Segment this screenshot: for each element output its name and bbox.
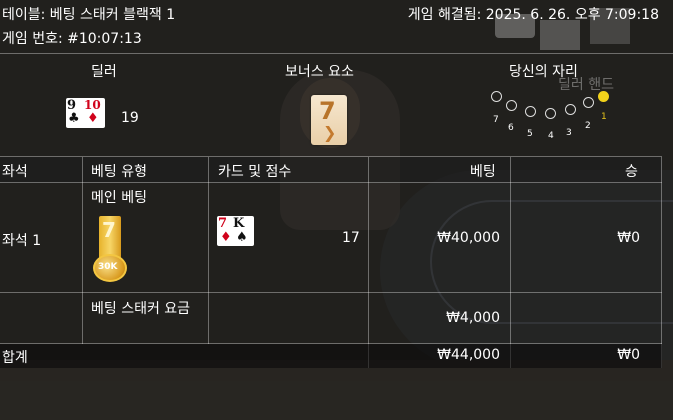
dealer-score: 19 <box>121 110 139 126</box>
divider <box>0 343 662 344</box>
row1-score: 17 <box>342 230 360 246</box>
total-win: ₩0 <box>617 347 640 363</box>
seat-dot-6[interactable] <box>506 100 517 111</box>
seat-label-6: 6 <box>508 123 514 133</box>
seat-dot-7[interactable] <box>491 91 502 102</box>
col-bet-type: 베팅 유형 <box>91 164 147 180</box>
seat-label-7: 7 <box>493 115 499 125</box>
bonus-heading: 보너스 요소 <box>285 64 354 80</box>
seat-dot-4[interactable] <box>545 108 556 119</box>
bonus-card-rank: 7 <box>319 97 336 125</box>
chip-value: 30K <box>98 262 118 272</box>
col-bet: 베팅 <box>470 164 496 180</box>
divider <box>0 182 662 183</box>
grid-line <box>368 157 369 368</box>
row1-bet: ₩40,000 <box>437 230 500 246</box>
row1-bet-type: 메인 베팅 <box>91 190 147 206</box>
seat-label-2: 2 <box>585 121 591 131</box>
total-label: 합계 <box>2 350 28 366</box>
chip-icon: 30K <box>93 254 127 282</box>
grid-line <box>661 157 662 368</box>
table-name: 테이블: 베팅 스태커 블랙잭 1 <box>2 7 176 23</box>
bonus-card: 7 ❯ <box>311 95 347 145</box>
dealer-heading: 딜러 <box>91 64 117 80</box>
divider <box>0 292 662 293</box>
card-rank: K <box>233 216 245 231</box>
game-resolved-time: 게임 해결됨: 2025. 6. 26. 오후 7:09:18 <box>407 7 659 23</box>
seat-dot-3[interactable] <box>565 104 576 115</box>
seat-label-3: 3 <box>566 128 572 138</box>
game-number: 게임 번호: #10:07:13 <box>2 31 142 47</box>
spade-orange-icon: ❯ <box>323 123 337 142</box>
grid-line <box>510 157 511 368</box>
divider <box>0 53 673 54</box>
seat-dot-5[interactable] <box>525 106 536 117</box>
seat-label-1: 1 <box>601 112 607 122</box>
grid-line <box>208 157 209 344</box>
seat-label-4: 4 <box>548 131 554 141</box>
game-header: 테이블: 베팅 스태커 블랙잭 1 게임 해결됨: 2025. 6. 26. 오… <box>0 0 673 52</box>
row1-win: ₩0 <box>617 230 640 246</box>
grid-line <box>82 157 83 344</box>
seat-dot-2[interactable] <box>583 97 594 108</box>
badge-rank: 7 <box>102 218 116 242</box>
bet-stacker-badge: 7 30K <box>93 216 127 282</box>
club-icon: ♣ <box>68 111 80 126</box>
spade-icon: ♠ <box>236 230 248 245</box>
row2-bet: ₩4,000 <box>446 310 500 326</box>
dealer-card-2: 10 ♦ <box>83 98 105 128</box>
col-cards-score: 카드 및 점수 <box>218 164 292 180</box>
col-seat: 좌석 <box>2 164 28 180</box>
seat-label-5: 5 <box>527 129 533 139</box>
row2-bet-type: 베팅 스태커 요금 <box>91 301 191 317</box>
seat-dot-1-active[interactable] <box>598 91 609 102</box>
row1-seat: 좌석 1 <box>2 233 42 249</box>
card-rank: 7 <box>218 216 228 231</box>
diamond-icon: ♦ <box>220 230 232 245</box>
player-card-2: K ♠ <box>232 216 254 246</box>
col-win: 승 <box>625 164 638 180</box>
diamond-icon: ♦ <box>87 111 99 126</box>
total-bet: ₩44,000 <box>437 347 500 363</box>
